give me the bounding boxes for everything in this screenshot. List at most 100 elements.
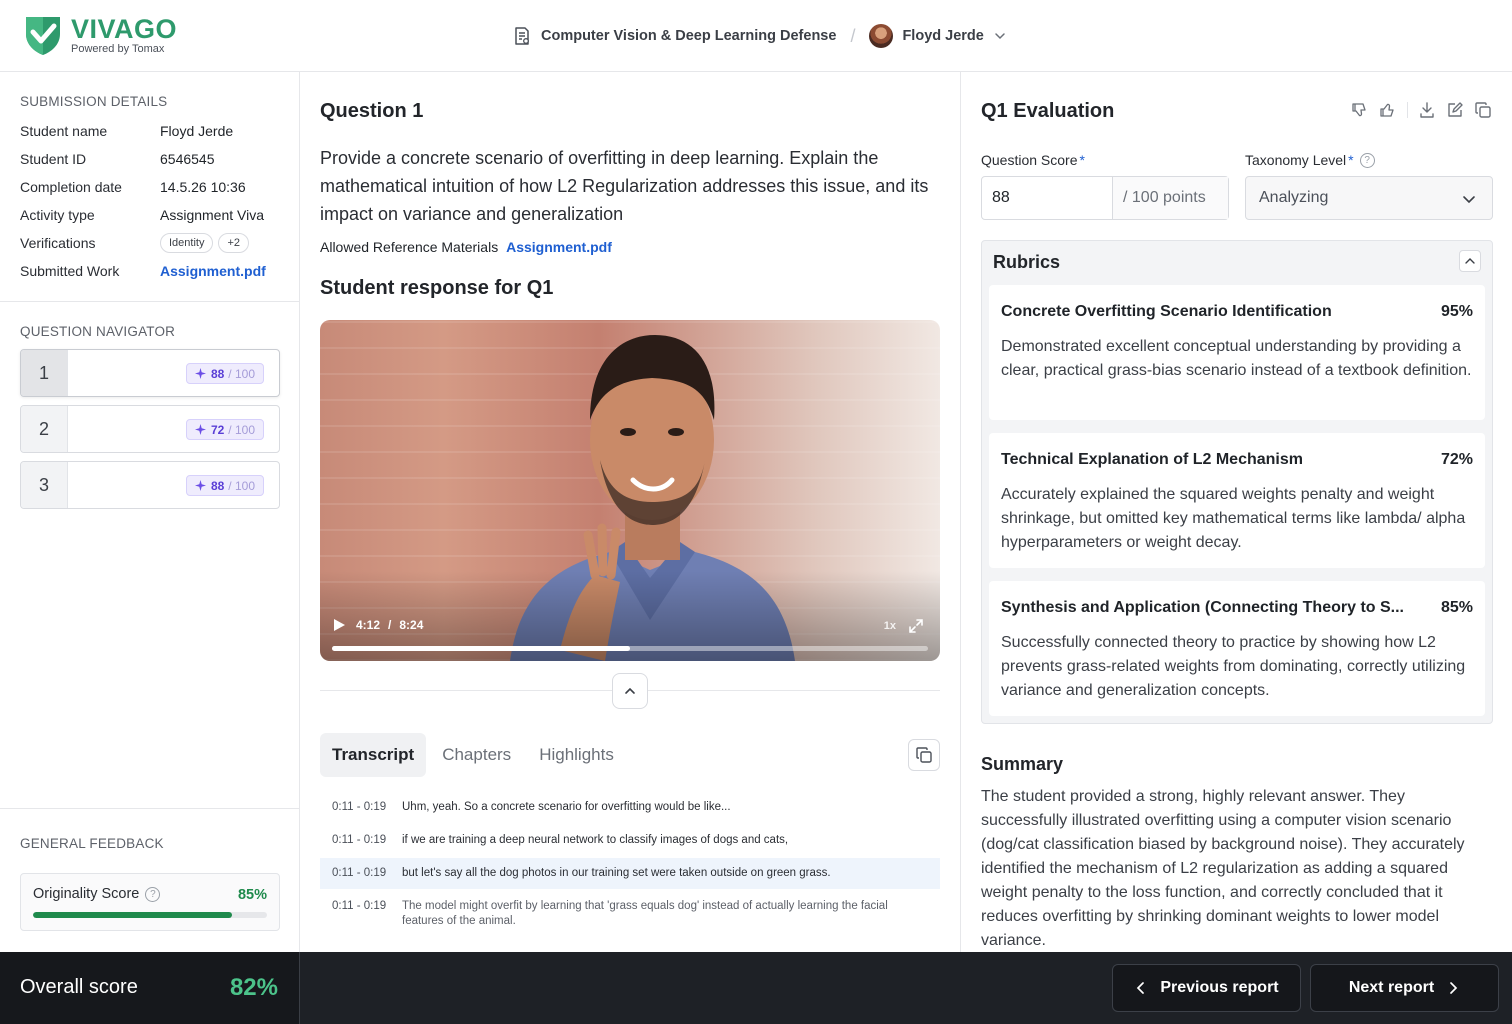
rubric-description: Accurately explained the squared weights…: [1001, 486, 1466, 551]
tab-chapters[interactable]: Chapters: [430, 733, 523, 777]
submission-details: SUBMISSION DETAILS Student name Floyd Je…: [20, 94, 280, 285]
breadcrumb: Computer Vision & Deep Learning Defense …: [512, 24, 1006, 48]
detail-value: Assignment Viva: [160, 207, 265, 223]
required-mark: *: [1348, 152, 1354, 168]
thumbs-down-icon[interactable]: [1351, 101, 1369, 119]
collapse-video-button[interactable]: [612, 673, 648, 709]
top-header: VIVAGO Powered by Tomax Computer Vision …: [0, 0, 1512, 72]
transcript-text: Uhm, yeah. So a concrete scenario for ov…: [402, 801, 731, 813]
reference-link[interactable]: Assignment.pdf: [506, 239, 612, 255]
rubric-name: Technical Explanation of L2 Mechanism: [1001, 451, 1303, 468]
copy-transcript-button[interactable]: [908, 739, 940, 771]
copy-icon: [916, 747, 932, 763]
rubric-card: Concrete Overfitting Scenario Identifica…: [989, 285, 1485, 420]
taxonomy-level-select[interactable]: Analyzing: [1245, 176, 1493, 220]
detail-row-student-name: Student name Floyd Jerde: [20, 117, 280, 145]
video-time: 4:12 / 8:24: [333, 618, 423, 632]
divider: [0, 301, 299, 302]
edit-icon[interactable]: [1446, 101, 1464, 119]
score-value: 72: [210, 422, 225, 437]
transcript-list: 0:11 - 0:19 Uhm, yeah. So a concrete sce…: [320, 792, 940, 939]
playback-speed[interactable]: 1x: [884, 620, 896, 632]
help-icon[interactable]: ?: [145, 886, 161, 902]
overall-score: Overall score 82%: [0, 952, 300, 1024]
rubric-card: Synthesis and Application (Connecting Th…: [989, 581, 1485, 716]
thumbs-up-icon[interactable]: [1379, 101, 1397, 119]
score-value: 88: [210, 366, 225, 381]
collapse-rubrics-button[interactable]: [1459, 250, 1481, 272]
transcript-line[interactable]: 0:11 - 0:19 The model might overfit by l…: [320, 891, 940, 937]
general-feedback: GENERAL FEEDBACK Originality Score ? 85%: [20, 836, 280, 931]
help-icon[interactable]: ?: [1359, 152, 1375, 168]
rubric-percent: 95%: [1440, 303, 1473, 320]
taxonomy-level-label: Taxonomy Level * ?: [1245, 152, 1375, 168]
summary-text: The student provided a strong, highly re…: [981, 788, 1465, 949]
question-text: Provide a concrete scenario of overfitti…: [320, 148, 929, 224]
course-title[interactable]: Computer Vision & Deep Learning Defense: [541, 28, 836, 44]
transcript-text: if we are training a deep neural network…: [402, 834, 789, 846]
overall-score-label: Overall score: [20, 976, 138, 998]
tab-highlights[interactable]: Highlights: [527, 733, 626, 777]
shield-logo-icon: [26, 17, 60, 55]
avatar: [869, 24, 894, 48]
question-score-suffix: / 100 points: [1113, 177, 1228, 219]
question-number: 3: [21, 462, 68, 508]
brand-logo[interactable]: VIVAGO Powered by Tomax: [24, 14, 177, 56]
chevron-down-icon: [1463, 196, 1475, 204]
download-icon[interactable]: [1418, 101, 1436, 119]
detail-value: 14.5.26 10:36: [160, 179, 246, 195]
detail-label: Student name: [20, 123, 108, 139]
overall-score-value: 82%: [229, 974, 278, 1001]
student-selector-name[interactable]: Floyd Jerde: [902, 28, 983, 44]
rubric-name: Synthesis and Application (Connecting Th…: [1001, 599, 1404, 616]
verification-pill-identity[interactable]: Identity: [160, 233, 214, 253]
detail-value: Floyd Jerde: [160, 123, 234, 139]
question-nav-item-1[interactable]: 1 88 / 100: [20, 349, 280, 397]
taxonomy-level-label-text: Taxonomy Level: [1245, 152, 1347, 168]
fullscreen-icon[interactable]: [908, 618, 924, 634]
current-time: 4:12: [356, 618, 381, 632]
submitted-work-link[interactable]: Assignment.pdf: [160, 263, 266, 279]
question-navigator-title: QUESTION NAVIGATOR: [20, 324, 176, 339]
previous-report-button[interactable]: Previous report: [1112, 964, 1301, 1012]
originality-score-card: Originality Score ? 85%: [20, 873, 280, 931]
transcript-timestamp: 0:11 - 0:19: [332, 801, 387, 813]
play-icon[interactable]: [333, 618, 346, 632]
next-report-button[interactable]: Next report: [1310, 964, 1499, 1012]
reference-materials: Allowed Reference Materials Assignment.p…: [320, 239, 612, 255]
transcript-line-active[interactable]: 0:11 - 0:19 but let's say all the dog ph…: [320, 858, 940, 889]
rubrics-section: Rubrics Concrete Overfitting Scenario Id…: [981, 240, 1493, 724]
video-player[interactable]: 4:12 / 8:24 1x: [320, 320, 940, 661]
chevron-down-icon[interactable]: [994, 30, 1006, 42]
detail-label: Verifications: [20, 235, 96, 251]
question-number: 1: [21, 350, 68, 396]
verification-pill-more[interactable]: +2: [218, 233, 250, 253]
detail-row-activity-type: Activity type Assignment Viva: [20, 201, 280, 229]
tab-transcript[interactable]: Transcript: [320, 733, 427, 777]
footer-bar: Overall score 82% Previous report Next r…: [0, 952, 1512, 1024]
question-number: 2: [21, 406, 68, 452]
transcript-timestamp: 0:11 - 0:19: [332, 867, 387, 879]
detail-label: Activity type: [20, 207, 95, 223]
originality-progress-bar: [33, 912, 267, 918]
detail-label: Student ID: [20, 151, 87, 167]
duration: 8:24: [399, 618, 424, 632]
general-feedback-title: GENERAL FEEDBACK: [20, 836, 164, 851]
copy-icon[interactable]: [1474, 101, 1492, 119]
detail-row-completion-date: Completion date 14.5.26 10:36: [20, 173, 280, 201]
breadcrumb-separator: /: [850, 25, 856, 46]
question-score-input[interactable]: 88: [982, 177, 1113, 219]
transcript-line[interactable]: 0:11 - 0:19 if we are training a deep ne…: [320, 825, 940, 856]
question-nav-item-3[interactable]: 3 88 / 100: [20, 461, 280, 509]
question-nav-item-2[interactable]: 2 72 / 100: [20, 405, 280, 453]
transcript-line[interactable]: 0:11 - 0:19 Uhm, yeah. So a concrete sce…: [320, 792, 940, 823]
detail-row-verifications: Verifications Identity +2: [20, 229, 280, 257]
next-report-label: Next report: [1348, 979, 1435, 996]
score-total: / 100: [228, 366, 255, 381]
video-progress-bar[interactable]: [332, 646, 928, 651]
chevron-left-icon: [1137, 982, 1145, 994]
question-score-field[interactable]: 88 / 100 points: [981, 176, 1229, 220]
summary-title: Summary: [981, 754, 1064, 774]
question-panel: Question 1 Provide a concrete scenario o…: [300, 72, 960, 952]
document-icon: [515, 27, 529, 45]
